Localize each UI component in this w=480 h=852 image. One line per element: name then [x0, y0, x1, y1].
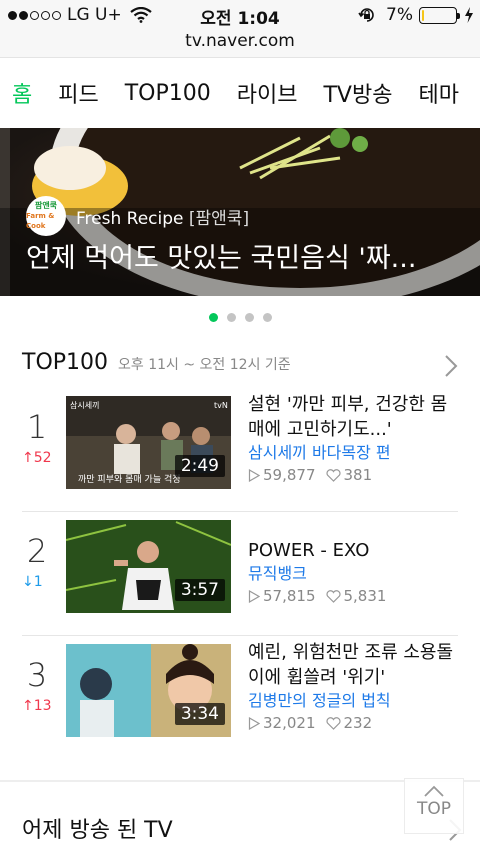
view-count: 32,021	[263, 714, 316, 732]
video-duration: 3:34	[174, 703, 225, 725]
heart-icon	[325, 589, 341, 603]
play-icon	[248, 589, 260, 603]
charging-icon	[465, 7, 473, 23]
rotation-lock-icon	[358, 8, 374, 22]
rank-change: ↓1	[22, 574, 43, 590]
wifi-icon	[130, 7, 152, 23]
carousel-pager	[0, 313, 480, 322]
chevron-up-icon	[424, 785, 444, 797]
view-count: 57,815	[263, 587, 316, 605]
video-thumbnail[interactable]: 삼시세끼 tvN 까만 피부와 몸매 가늘 걱정 2:49	[66, 396, 231, 489]
signal-strength-icon	[8, 10, 61, 20]
battery-icon	[419, 6, 460, 24]
thumb-badge: 삼시세끼	[70, 400, 99, 410]
video-title[interactable]: 예린, 위험천만 조류 소용돌이에 휩쓸려 '위기'	[248, 640, 460, 690]
view-count: 59,877	[263, 466, 316, 484]
tab-tv[interactable]: TV방송	[323, 77, 392, 109]
channel-sub: [팜앤쿡]	[188, 208, 250, 229]
section-title: TOP100	[22, 350, 109, 375]
rank-change: ↑52	[22, 450, 52, 466]
thumb-caption: 까만 피부와 몸매 가늘 걱정	[78, 473, 181, 485]
like-count: 381	[343, 466, 373, 484]
battery-percent: 7%	[386, 5, 413, 25]
video-thumbnail[interactable]: 3:57	[66, 520, 231, 613]
tab-home[interactable]: 홈	[12, 77, 32, 109]
chevron-right-icon[interactable]	[444, 354, 458, 378]
heart-icon	[325, 468, 341, 482]
heart-icon	[325, 716, 341, 730]
video-title[interactable]: 설현 '까만 피부, 건강한 몸매에 고민하기도...'	[248, 392, 460, 442]
video-duration: 3:57	[174, 579, 225, 601]
tab-top100[interactable]: TOP100	[125, 81, 211, 106]
like-count: 5,831	[343, 587, 387, 605]
carrier-name: LG U+	[67, 5, 122, 25]
tab-theme[interactable]: 테마	[418, 77, 458, 109]
program-link[interactable]: 뮤직뱅크	[248, 563, 460, 585]
list-item[interactable]: 2 ↓1 3:57 POWER - EXO 뮤직뱅크 57,815 5,831	[22, 512, 458, 636]
address-bar[interactable]: tv.naver.com	[0, 30, 480, 58]
video-thumbnail[interactable]: 3:34	[66, 644, 231, 737]
tvn-logo: tvN	[214, 401, 228, 410]
section-title-yesterday[interactable]: 어제 방송 된 TV	[22, 812, 173, 844]
channel-logo: 팜앤쿡 Farm & Cook	[26, 196, 66, 236]
video-title[interactable]: POWER - EXO	[248, 538, 460, 563]
scroll-top-label: TOP	[416, 799, 452, 819]
section-subtitle: 오후 11시 ~ 오전 12시 기준	[118, 357, 291, 373]
tab-feed[interactable]: 피드	[58, 77, 98, 109]
channel-name: Fresh Recipe	[76, 208, 184, 229]
program-link[interactable]: 김병만의 정글의 법칙	[248, 690, 460, 712]
list-item[interactable]: 3 ↑13 3:34 예린, 위험천만 조류 소용돌이에 휩쓸려 '위기' 김병…	[22, 636, 458, 760]
program-link[interactable]: 삼시세끼 바다목장 편	[248, 442, 460, 464]
pager-dot[interactable]	[244, 313, 254, 322]
rank-number: 3	[26, 656, 48, 694]
scroll-top-button[interactable]: TOP	[404, 778, 464, 834]
pager-dot[interactable]	[208, 313, 218, 322]
play-icon	[248, 468, 260, 482]
tab-nav: 홈 피드 TOP100 라이브 TV방송 테마	[0, 58, 480, 128]
video-duration: 2:49	[174, 455, 225, 477]
tab-live[interactable]: 라이브	[237, 77, 298, 109]
rank-number: 2	[26, 532, 48, 570]
pager-dot[interactable]	[226, 313, 236, 322]
rank-change: ↑13	[22, 698, 52, 714]
status-bar: LG U+ 오전 1:04 7%	[0, 0, 480, 30]
hero-title[interactable]: 언제 먹어도 맛있는 국민음식 '짜...	[26, 236, 466, 275]
like-count: 232	[343, 714, 373, 732]
hero-channel[interactable]: 팜앤쿡 Farm & Cook Fresh Recipe [팜앤쿡]	[26, 196, 249, 236]
rank-number: 1	[26, 408, 48, 446]
play-icon	[248, 716, 260, 730]
top100-header[interactable]: TOP100 오후 11시 ~ 오전 12시 기준	[22, 350, 462, 380]
list-item[interactable]: 1 ↑52 삼시세끼 tvN 까만 피부와 몸매 가늘 걱정 2:49 설현 '…	[22, 388, 458, 512]
pager-dot[interactable]	[262, 313, 272, 322]
